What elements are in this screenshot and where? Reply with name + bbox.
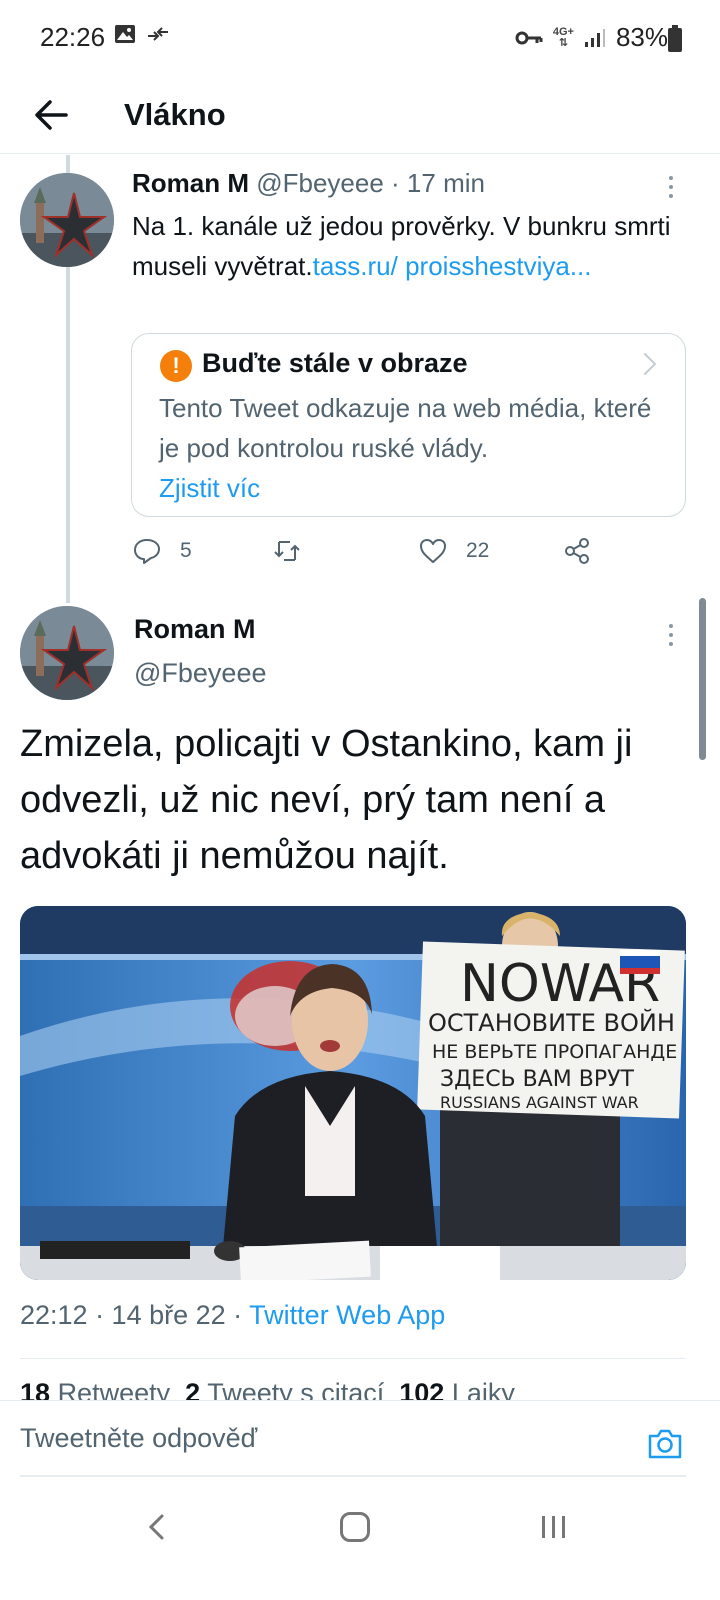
tweet-header: Roman M @Fbeyeee · 17 min xyxy=(132,168,485,199)
tweet-source-link[interactable]: Twitter Web App xyxy=(249,1300,445,1330)
share-button[interactable] xyxy=(562,536,592,566)
status-time: 22:26 xyxy=(40,22,106,52)
quotes-count[interactable]: 2 xyxy=(185,1378,200,1400)
learn-more-link[interactable]: Zjistit víc xyxy=(159,468,260,508)
share-icon xyxy=(565,538,589,564)
like-count: 22 xyxy=(466,539,490,562)
camera-icon[interactable] xyxy=(646,1425,684,1463)
retweets-label[interactable]: Retweety xyxy=(58,1378,171,1400)
network-type: 4G+ ⇅ xyxy=(552,25,574,49)
system-navigation-bar xyxy=(0,1484,720,1600)
likes-label[interactable]: Lajky xyxy=(452,1378,515,1400)
sign-line-3: НЕ ВЕРЬТЕ ПРОПАГАНДЕ xyxy=(432,1041,677,1063)
chevron-right-icon xyxy=(633,352,657,376)
author-handle[interactable]: @Fbeyeee xyxy=(134,658,266,689)
sign-line-4: ЗДЕСЬ ВАМ ВРУТ xyxy=(440,1067,635,1092)
retweet-button[interactable] xyxy=(272,536,320,566)
tweet-stats: 18 Retweety 2 Tweety s citací 102 Lajky xyxy=(20,1378,515,1400)
tweet-photo[interactable]: NOWAR ОСТАНОВИТЕ ВОЙН НЕ ВЕРЬТЕ ПРОПАГАН… xyxy=(20,906,686,1280)
gallery-icon xyxy=(115,25,135,43)
avatar[interactable] xyxy=(20,173,114,267)
author-name[interactable]: Roman M xyxy=(132,168,249,198)
like-button[interactable]: 22 xyxy=(418,536,489,566)
signal-icon xyxy=(584,28,605,47)
notice-body: Tento Tweet odkazuje na web média, které… xyxy=(159,393,652,463)
reply-input[interactable]: Tweetněte odpověď xyxy=(20,1423,257,1454)
nav-home-icon[interactable] xyxy=(340,1512,370,1542)
top-bar: Vlákno xyxy=(0,80,720,154)
status-bar: 22:26 4G+ ⇅ 83% xyxy=(0,0,720,80)
vpn-key-icon xyxy=(515,31,543,44)
sign-line-2: ОСТАНОВИТЕ ВОЙН xyxy=(428,1008,675,1037)
retweets-count[interactable]: 18 xyxy=(20,1378,50,1400)
nav-recents-icon[interactable] xyxy=(540,1514,568,1540)
divider xyxy=(20,1358,686,1359)
scrollbar[interactable] xyxy=(699,598,706,760)
tweet-text: Zmizela, policajti v Ostankino, kam ji o… xyxy=(20,723,633,877)
kremlin-star-image xyxy=(20,173,114,267)
page-title: Vlákno xyxy=(124,97,226,132)
warning-icon: ! xyxy=(160,350,192,382)
state-media-notice[interactable]: ! Buďte stále v obraze Tento Tweet odkaz… xyxy=(131,333,686,517)
tweet-age: · 17 min xyxy=(391,168,485,198)
author-handle[interactable]: @Fbeyeee xyxy=(256,168,384,198)
notice-title: Buďte stále v obraze xyxy=(202,348,468,378)
author-name[interactable]: Roman M xyxy=(134,614,256,645)
heart-icon xyxy=(420,539,446,563)
reply-button[interactable]: 5 xyxy=(132,536,192,566)
back-arrow-icon[interactable] xyxy=(28,90,78,140)
more-options-icon[interactable] xyxy=(666,176,676,198)
reply-composer[interactable]: Tweetněte odpověď xyxy=(0,1400,720,1484)
retweet-icon xyxy=(274,541,300,561)
avatar[interactable] xyxy=(20,606,114,700)
news-studio-photo: NOWAR ОСТАНОВИТЕ ВОЙН НЕ ВЕРЬТЕ ПРОПАГАН… xyxy=(20,906,686,1280)
nav-back-icon[interactable] xyxy=(142,1512,172,1542)
likes-count[interactable]: 102 xyxy=(399,1378,444,1400)
sign-line-5: RUSSIANS AGAINST WAR xyxy=(440,1093,639,1112)
divider xyxy=(20,1475,686,1477)
tweet-link[interactable]: tass.ru/ proisshestviya... xyxy=(313,251,592,281)
quotes-label[interactable]: Tweety s citací xyxy=(207,1378,384,1400)
tweet-timestamp: 22:12 · 14 bře 22 · Twitter Web App xyxy=(20,1300,446,1330)
more-options-icon[interactable] xyxy=(666,624,676,646)
tweet-text: Na 1. kanále už jedou prověrky. V bunkru… xyxy=(132,211,671,281)
kremlin-star-image xyxy=(20,606,114,700)
battery-icon xyxy=(668,25,682,52)
battery-percent: 83% xyxy=(615,22,668,52)
tweet-actions: 5 22 xyxy=(132,536,602,568)
data-transfer-icon xyxy=(148,27,168,41)
reply-icon xyxy=(134,539,160,564)
reply-count: 5 xyxy=(180,539,192,562)
